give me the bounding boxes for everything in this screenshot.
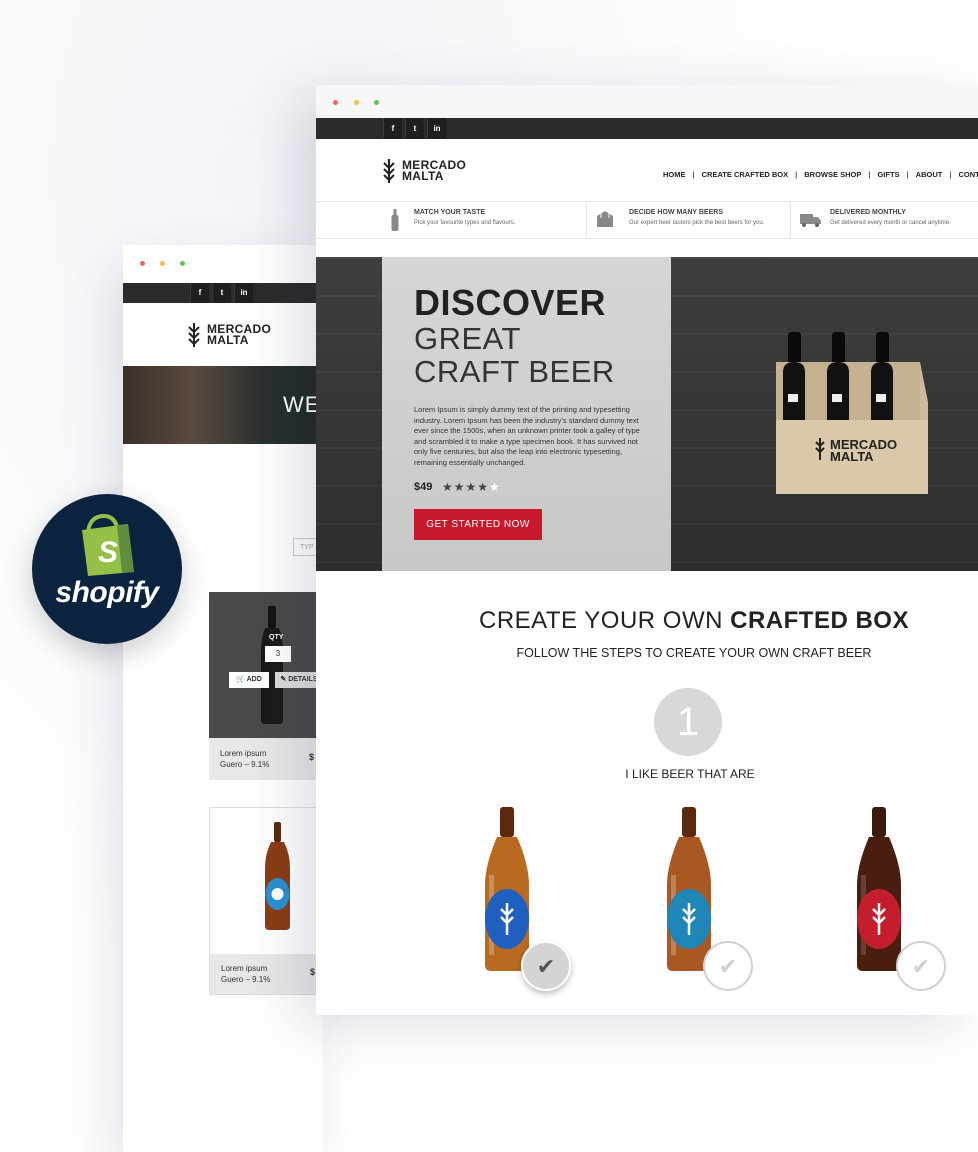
- check-icon[interactable]: ✔: [521, 941, 571, 991]
- features-bar: MATCH YOUR TASTE Pick your favourite typ…: [316, 201, 978, 239]
- twitter-icon[interactable]: t: [212, 283, 231, 303]
- product-info: Lorem ipsum Guero – 9.1%: [220, 748, 269, 770]
- product-name: Lorem ipsum: [220, 749, 267, 758]
- maximize-dot[interactable]: [374, 100, 379, 105]
- edit-icon: ✎: [280, 676, 287, 683]
- nav-about[interactable]: ABOUT: [909, 170, 950, 179]
- twitter-icon[interactable]: t: [405, 118, 424, 139]
- divider: [790, 202, 791, 238]
- shopify-badge: S shopify: [32, 494, 182, 644]
- qty-label: QTY: [269, 634, 284, 641]
- step-label: I LIKE BEER THAT ARE: [625, 767, 755, 781]
- social-bar: f t in: [316, 118, 978, 139]
- product-info: Lorem ipsum Guero – 9.1%: [221, 963, 270, 985]
- window-chrome: [316, 85, 978, 118]
- hero-panel: DISCOVER GREAT CRAFT BEER Lorem Ipsum is…: [382, 257, 671, 571]
- site-header: MERCADO MALTA HOME | CREATE CRAFTED BOX | B…: [316, 139, 978, 201]
- close-dot[interactable]: [140, 261, 145, 266]
- feature-desc: Our expert beer tasters pick the best be…: [629, 220, 765, 226]
- site-logo[interactable]: MERCADO MALTA: [382, 157, 466, 185]
- site-header: MERCADO MALTA: [123, 303, 323, 365]
- rating-stars: ★★★★★: [442, 480, 501, 494]
- quantity-stepper[interactable]: 3: [265, 646, 291, 662]
- social-bar: f t in: [123, 283, 323, 303]
- logo-line2: MALTA: [402, 169, 444, 183]
- nav-create-crafted-box[interactable]: CREATE CRAFTED BOX: [695, 170, 796, 179]
- facebook-icon[interactable]: f: [383, 118, 402, 139]
- product-price: $: [309, 752, 315, 762]
- divider: [586, 202, 587, 238]
- box-icon: [597, 211, 613, 227]
- shopify-wordmark: shopify: [55, 576, 159, 609]
- section-title-light: CREATE YOUR OWN: [479, 607, 731, 634]
- minimize-dot[interactable]: [354, 100, 359, 105]
- star-icon: ★★★★: [442, 480, 490, 494]
- back-browser-window: f t in MERCADO MALTA WE TYP QTY 3 🛒 ADD ✎…: [123, 245, 323, 1152]
- section-title-bold: CRAFTED BOX: [730, 607, 909, 634]
- shopify-bag-icon: S: [82, 513, 134, 576]
- logo-line2: MALTA: [207, 333, 249, 347]
- close-dot[interactable]: [333, 100, 338, 105]
- six-pack-box-image: MERCADO MALTA: [776, 332, 928, 494]
- beer-option-red[interactable]: [849, 805, 909, 975]
- product-card[interactable]: QTY 3 🛒 ADD ✎ DETAILS Lorem ipsum Guero …: [209, 592, 323, 780]
- step-number: 1: [654, 688, 722, 756]
- product-price: $: [310, 967, 316, 977]
- nav-gifts[interactable]: GIFTS: [870, 170, 906, 179]
- bottle-icon: [265, 822, 290, 930]
- shopify-bag-letter: S: [98, 536, 118, 569]
- add-to-cart-button[interactable]: 🛒 ADD: [229, 672, 269, 688]
- facebook-icon[interactable]: f: [190, 283, 209, 303]
- hero-heading: WE: [283, 392, 321, 417]
- product-detail: Guero – 9.1%: [221, 975, 271, 984]
- linkedin-icon[interactable]: in: [427, 118, 446, 139]
- bottle-icon: [391, 209, 399, 231]
- check-icon[interactable]: ✔: [703, 941, 753, 991]
- main-nav: HOME | CREATE CRAFTED BOX | BROWSE SHOP | G…: [656, 170, 978, 179]
- wheat-icon: [188, 323, 200, 347]
- product-image: QTY 3 🛒 ADD ✎ DETAILS: [209, 592, 323, 738]
- section-subtitle: FOLLOW THE STEPS TO CREATE YOUR OWN CRAF…: [516, 646, 872, 660]
- hero-price: $49: [414, 481, 433, 493]
- site-logo[interactable]: MERCADO MALTA: [187, 321, 271, 349]
- hero-title-line2: GREAT: [414, 321, 521, 356]
- feature-title: DELIVERED MONTHLY: [830, 209, 906, 216]
- section-title: CREATE YOUR OWN CRAFTED BOX: [316, 607, 978, 635]
- minimize-dot[interactable]: [160, 261, 165, 266]
- star-icon: ★: [489, 480, 501, 494]
- front-browser-window: f t in MERCADO MALTA HOME | CREATE CRAFTED…: [316, 85, 978, 1015]
- wheat-icon: [383, 159, 395, 183]
- product-image: [210, 808, 322, 954]
- feature-desc: Get delivered every month or cancel anyt…: [830, 220, 951, 226]
- check-icon[interactable]: ✔: [896, 941, 946, 991]
- feature-title: DECIDE HOW MANY BEERS: [629, 209, 723, 216]
- nav-contact[interactable]: CONT: [951, 170, 978, 179]
- details-label: DETAILS: [288, 676, 318, 683]
- product-detail: Guero – 9.1%: [220, 760, 270, 769]
- back-hero-banner: WE: [123, 366, 323, 444]
- add-label: ADD: [246, 676, 262, 683]
- box-brand-line2: MALTA: [830, 449, 874, 464]
- nav-home[interactable]: HOME: [656, 170, 693, 179]
- hero-title-line3: CRAFT BEER: [414, 354, 615, 389]
- product-card[interactable]: Lorem ipsum Guero – 9.1% $: [209, 807, 323, 995]
- product-name: Lorem ipsum: [221, 964, 268, 973]
- get-started-button[interactable]: GET STARTED NOW: [414, 509, 542, 540]
- hero-banner: DISCOVER GREAT CRAFT BEER Lorem Ipsum is…: [316, 257, 978, 571]
- window-chrome: [123, 245, 323, 283]
- maximize-dot[interactable]: [180, 261, 185, 266]
- hero-description: Lorem Ipsum is simply dummy text of the …: [414, 405, 640, 467]
- cart-icon: 🛒: [236, 676, 245, 683]
- hero-title: DISCOVER: [414, 282, 607, 323]
- feature-desc: Pick your favourite types and flavours.: [414, 220, 516, 226]
- bottle-icon: [261, 606, 283, 724]
- feature-title: MATCH YOUR TASTE: [414, 209, 486, 216]
- truck-icon: [800, 214, 821, 227]
- nav-browse-shop[interactable]: BROWSE SHOP: [797, 170, 868, 179]
- linkedin-icon[interactable]: in: [234, 283, 253, 303]
